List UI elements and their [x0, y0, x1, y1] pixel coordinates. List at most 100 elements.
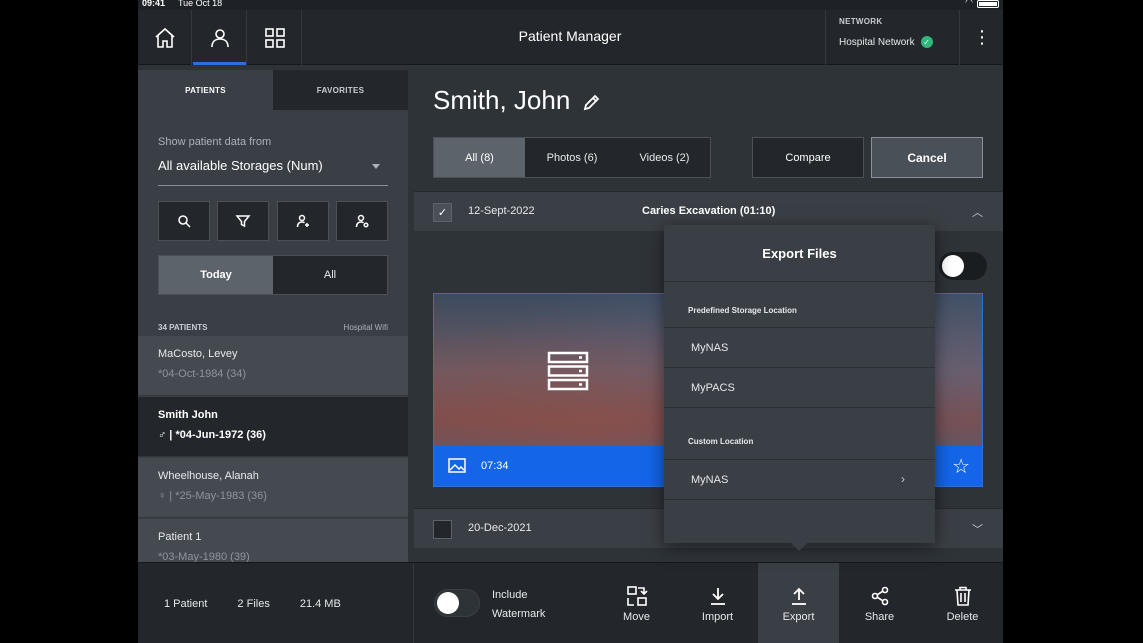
toggle-knob [942, 255, 964, 277]
patients-button[interactable] [193, 10, 247, 65]
check-circle-icon: ✓ [920, 36, 933, 48]
patient-list-source: Hospital Wifi [343, 322, 388, 332]
add-patient-button[interactable] [276, 201, 329, 241]
patient-name: Patient 1 [158, 531, 202, 543]
filter-button[interactable] [217, 201, 270, 241]
apps-button[interactable] [248, 10, 302, 65]
patient-name: Smith John [158, 409, 218, 421]
select-toggle[interactable] [939, 252, 987, 280]
delete-button[interactable]: Delete [922, 563, 1003, 643]
cancel-button[interactable]: Cancel [871, 137, 983, 178]
export-files-popover: Export Files Predefined Storage Location… [664, 225, 935, 551]
session-date: 12-Sept-2022 [468, 205, 535, 217]
custom-location-mynas[interactable]: MyNAS › [664, 460, 935, 500]
storage-select[interactable]: All available Storages (Num) [158, 158, 388, 186]
patient-list-item[interactable]: Patient 1 *03-May-1980 (39) [138, 519, 408, 562]
share-button[interactable]: Share [839, 563, 920, 643]
patient-list-item[interactable]: Wheelhouse, Alanah ♀ | *25-May-1983 (36) [138, 458, 408, 518]
patient-list-item[interactable]: MaCosto, Levey *04-Oct-1984 (34) [138, 336, 408, 396]
battery-icon [977, 0, 999, 8]
download-icon [710, 587, 725, 605]
session-date: 20-Dec-2021 [468, 522, 532, 534]
chevron-up-icon[interactable]: ︿ [972, 204, 983, 220]
filter-photos[interactable]: Photos (6) [525, 138, 619, 177]
more-menu-button[interactable]: ⋮ [961, 10, 1003, 65]
home-button[interactable] [138, 10, 192, 65]
add-person-icon [296, 214, 309, 228]
person-icon [210, 28, 229, 47]
filter-videos[interactable]: Videos (2) [619, 138, 710, 177]
patient-info: ♀ | *25-May-1983 (36) [158, 490, 267, 502]
watermark-label: Include Watermark [492, 589, 546, 620]
move-icon [626, 585, 648, 606]
media-filter: All (8) Photos (6) Videos (2) [433, 137, 711, 178]
kebab-icon: ⋮ [973, 27, 991, 47]
filter-icon [235, 215, 251, 228]
patient-tools [158, 201, 388, 241]
import-button[interactable]: Import [677, 563, 758, 643]
patient-list-item-selected[interactable]: Smith John ♂ | *04-Jun-1972 (36) [138, 397, 408, 457]
chevron-down-icon[interactable]: ﹀ [972, 521, 983, 537]
storage-option-mynas[interactable]: MyNAS [664, 328, 935, 368]
server-icon [547, 351, 589, 391]
selection-summary: 1 Patient 2 Files 21.4 MB [138, 563, 414, 643]
media-duration: 07:34 [481, 460, 509, 472]
custom-location-label: MyNAS [691, 473, 729, 486]
patient-name: Wheelhouse, Alanah [158, 470, 259, 482]
network-label: NETWORK [839, 17, 883, 26]
export-label: Export [782, 610, 815, 623]
patient-count: 34 PATIENTS [158, 322, 208, 332]
patient-info: ♂ | *04-Jun-1972 (36) [158, 429, 266, 441]
network-status[interactable]: NETWORK Hospital Network ✓ [825, 10, 960, 65]
move-label: Move [623, 610, 650, 623]
search-button[interactable] [158, 201, 210, 241]
patient-info: *04-Oct-1984 (34) [158, 368, 247, 380]
person-settings-icon [355, 214, 369, 228]
status-bar: 09:41 Tue Oct 18 ◠ [138, 0, 1003, 10]
storage-select-value: All available Storages (Num) [158, 158, 323, 173]
session-checkbox[interactable]: ✓ [433, 203, 452, 222]
pencil-icon[interactable] [582, 92, 602, 112]
compare-button[interactable]: Compare [752, 137, 864, 178]
patient-sidebar: PATIENTS FAVORITES Show patient data fro… [138, 70, 408, 562]
sidebar-tabs: PATIENTS FAVORITES [138, 70, 408, 110]
status-date: Tue Oct 18 [178, 0, 223, 8]
move-button[interactable]: Move [596, 563, 677, 643]
filter-all[interactable]: All (8) [434, 138, 525, 177]
patient-name: MaCosto, Levey [158, 348, 238, 360]
image-icon [448, 458, 466, 473]
chevron-right-icon: › [901, 472, 905, 486]
patient-info: *03-May-1980 (39) [158, 551, 250, 562]
patient-settings-button[interactable] [335, 201, 388, 241]
day-option-all[interactable]: All [273, 256, 387, 294]
trash-icon [954, 586, 971, 606]
storage-option-label: MyPACS [691, 381, 735, 394]
storage-label: Show patient data from [158, 136, 272, 148]
day-option-today[interactable]: Today [159, 256, 273, 294]
grid-icon [264, 27, 285, 48]
tab-patients[interactable]: PATIENTS [138, 70, 273, 110]
star-icon[interactable]: ☆ [952, 454, 970, 479]
storage-option-label: MyNAS [691, 341, 729, 354]
custom-section-label: Custom Location [664, 408, 935, 460]
status-time: 09:41 [142, 0, 166, 8]
popover-title: Export Files [664, 225, 935, 282]
session-checkbox[interactable] [433, 520, 452, 539]
watermark-toggle[interactable] [434, 589, 480, 617]
selected-patients: 1 Patient [164, 597, 208, 610]
app-title: Patient Manager [518, 28, 622, 44]
toggle-knob [437, 592, 459, 614]
tab-favorites[interactable]: FAVORITES [273, 70, 408, 110]
share-label: Share [864, 610, 895, 623]
network-name: Hospital Network [839, 36, 915, 48]
storage-option-mypacs[interactable]: MyPACS [664, 368, 935, 408]
bottom-action-bar: 1 Patient 2 Files 21.4 MB Include Waterm… [138, 562, 1003, 643]
patient-list-header: 34 PATIENTS Hospital Wifi [138, 318, 408, 336]
selected-size: 21.4 MB [299, 597, 341, 610]
caret-down-icon [372, 164, 380, 169]
session-title: Caries Excavation (01:10) [642, 205, 776, 217]
day-filter-toggle: Today All [158, 255, 388, 295]
export-button[interactable]: Export [758, 563, 839, 643]
home-icon [154, 27, 175, 48]
share-icon [871, 586, 888, 605]
